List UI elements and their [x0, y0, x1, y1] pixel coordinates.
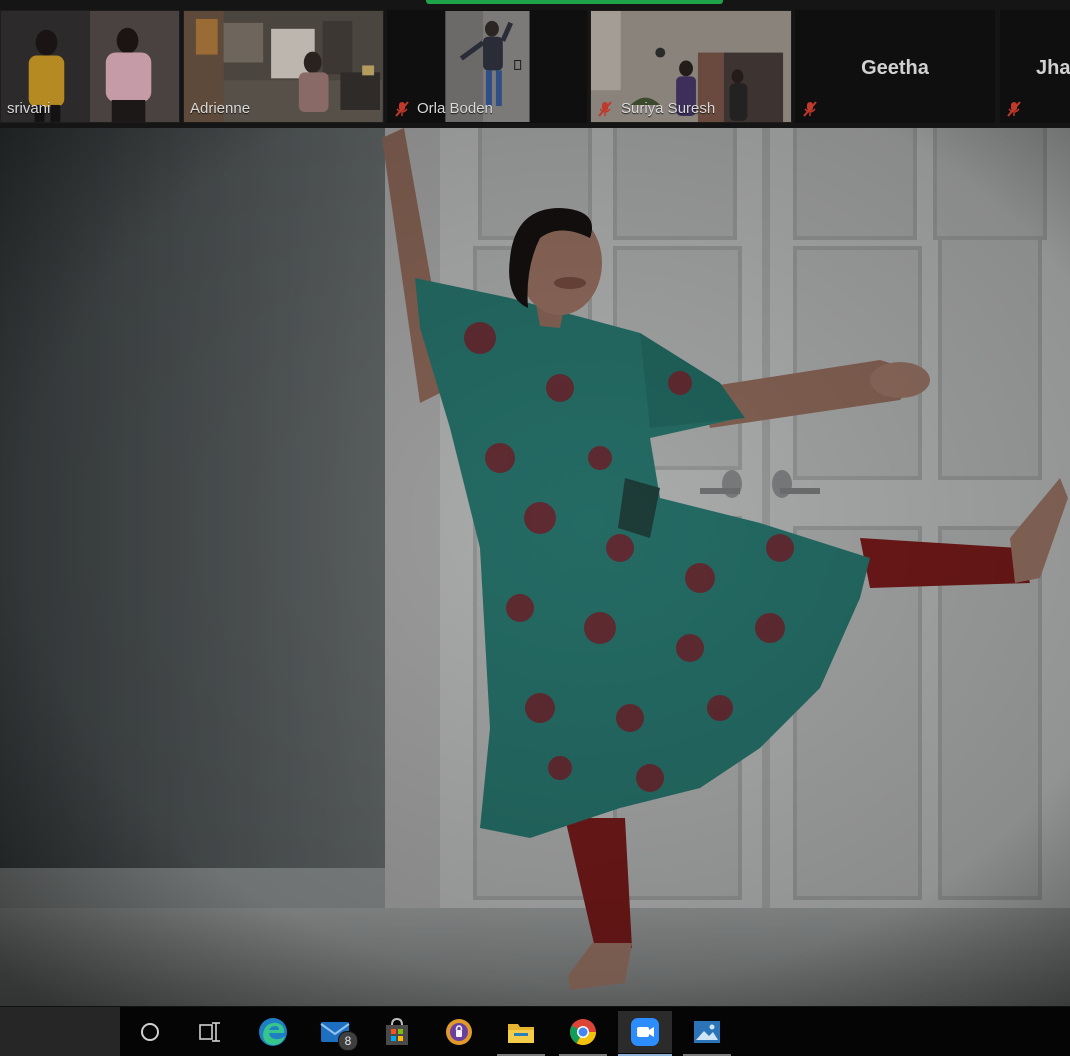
mic-muted-icon: [598, 101, 612, 117]
file-explorer-icon: [508, 1024, 534, 1043]
chrome-icon: [570, 1019, 597, 1046]
participant-name: Geetha: [861, 57, 929, 79]
cortana-button[interactable]: [123, 1011, 177, 1053]
mail-button[interactable]: 8: [308, 1011, 362, 1053]
participant-name: Adrienne: [190, 100, 251, 117]
participant-tile-suriya-suresh[interactable]: Suriya Suresh: [590, 10, 792, 123]
zoom-icon: [631, 1018, 659, 1046]
task-view-button[interactable]: [183, 1011, 237, 1053]
file-explorer-button[interactable]: [494, 1011, 548, 1056]
cortana-circle-icon: [141, 1023, 159, 1041]
taskbar: 8: [0, 1006, 1070, 1056]
task-view-icon: [199, 1022, 220, 1042]
photos-icon: [694, 1021, 720, 1043]
participant-tile-orla-boden[interactable]: Orla Boden: [387, 10, 587, 123]
vpn-icon: [446, 1019, 472, 1045]
edge-button[interactable]: [246, 1011, 300, 1053]
mic-muted-icon: [803, 101, 817, 117]
speaking-indicator-bar: [426, 0, 723, 4]
zoom-meeting-window: srivani Adrienne Orla Boden Suriya Sures…: [0, 0, 1070, 1056]
mail-unread-badge: 8: [338, 1031, 358, 1051]
participant-strip: srivani Adrienne Orla Boden Suriya Sures…: [0, 0, 1070, 128]
mic-muted-icon: [1007, 101, 1021, 117]
edge-icon: [259, 1018, 287, 1046]
mic-muted-icon: [395, 101, 409, 117]
participant-name: Suriya Suresh: [621, 100, 716, 117]
participant-tile-srivani[interactable]: srivani: [0, 10, 180, 123]
zoom-button[interactable]: [618, 1011, 672, 1056]
participant-name: Orla Boden: [417, 100, 493, 117]
photos-button[interactable]: [680, 1011, 734, 1056]
store-icon: [386, 1017, 408, 1045]
participant-tile-adrienne[interactable]: Adrienne: [183, 10, 384, 123]
participant-name: Jha: [1036, 57, 1070, 79]
participant-tile-jha[interactable]: Jha: [1000, 10, 1070, 123]
store-button[interactable]: [370, 1011, 424, 1053]
active-speaker-video[interactable]: [0, 128, 1070, 1006]
chrome-button[interactable]: [556, 1011, 610, 1056]
taskbar-search-area[interactable]: [0, 1007, 120, 1056]
participant-tile-geetha[interactable]: Geetha: [795, 10, 995, 123]
vpn-button[interactable]: [432, 1011, 486, 1053]
participant-name: srivani: [7, 100, 51, 117]
speaker-video-frame: [0, 128, 1070, 1006]
